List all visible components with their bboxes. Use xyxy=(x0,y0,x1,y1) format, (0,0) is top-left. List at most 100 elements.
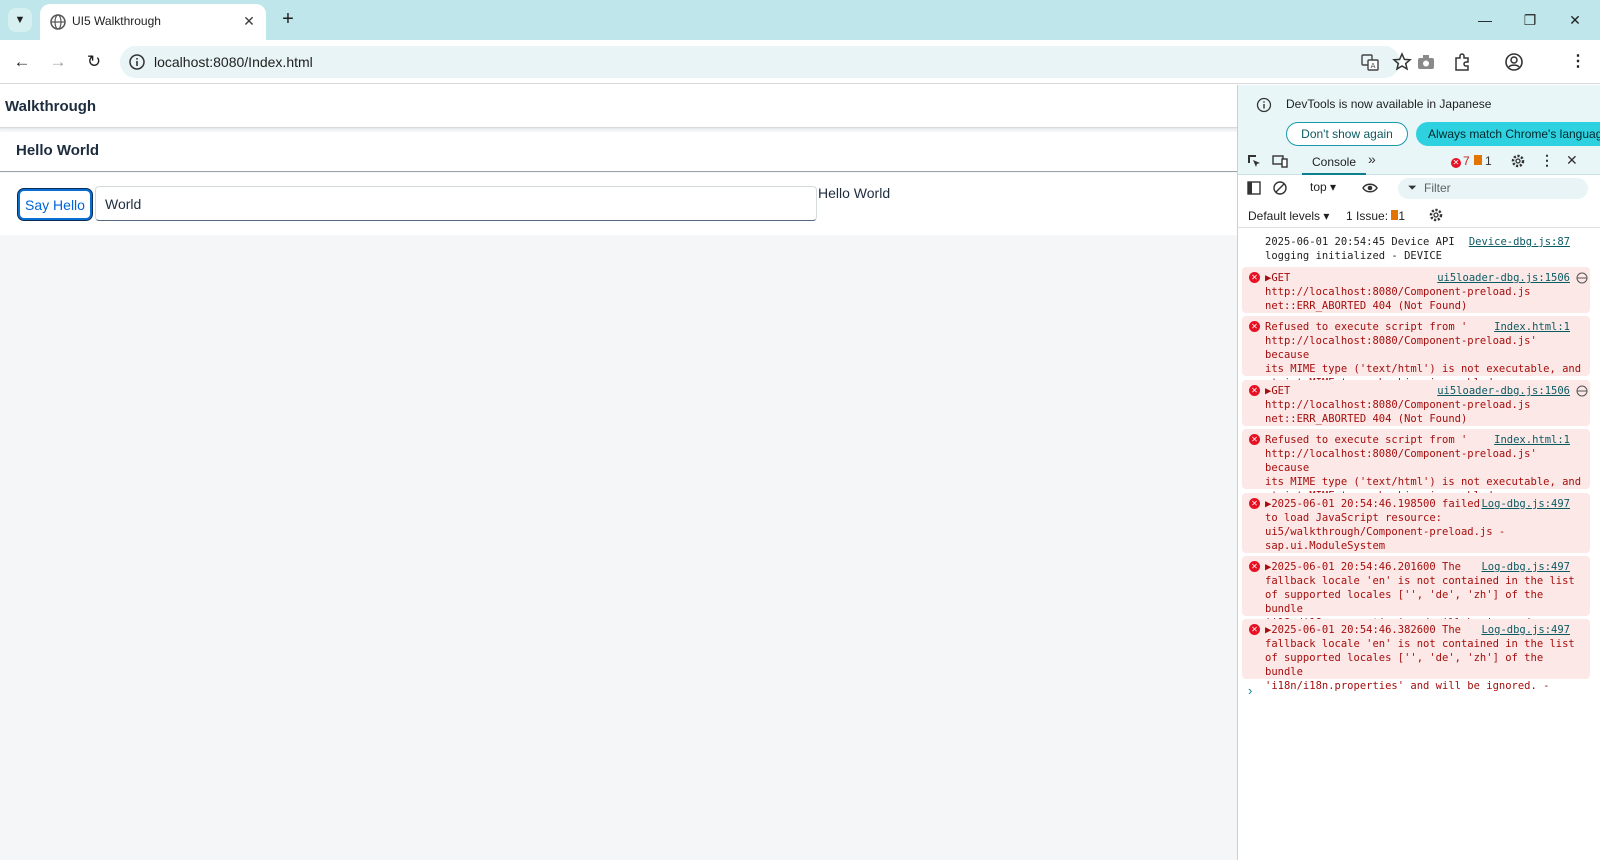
camera-icon[interactable] xyxy=(1416,52,1436,72)
language-banner: DevTools is now available in Japanese Do… xyxy=(1238,85,1600,147)
dont-show-again-button[interactable]: Don't show again xyxy=(1286,122,1408,146)
warning-count: 1 xyxy=(1485,154,1492,168)
panel-title: Hello World xyxy=(16,142,100,159)
sidebar-icon[interactable] xyxy=(1246,180,1262,196)
forward-button[interactable]: → xyxy=(44,48,72,76)
forward-icon: → xyxy=(49,52,67,71)
close-icon[interactable]: ✕ xyxy=(1566,152,1578,169)
console-error: ✕ ▶GET http://localhost:8080/Component-p… xyxy=(1242,380,1590,426)
globe-icon xyxy=(50,14,66,30)
source-link[interactable]: Device-dbg.js:87 xyxy=(1469,235,1570,249)
console-prompt[interactable]: › xyxy=(1248,683,1252,698)
error-icon: ✕ xyxy=(1249,624,1260,635)
svg-text:A: A xyxy=(1371,62,1376,70)
issues-label: 1 Issue: xyxy=(1346,209,1389,223)
menu-button[interactable]: ⋮ xyxy=(1564,48,1592,76)
always-match-language-button[interactable]: Always match Chrome's language xyxy=(1416,122,1600,146)
source-link[interactable]: Log-dbg.js:497 xyxy=(1481,623,1570,637)
tab-strip: ▼ UI5 Walkthrough ✕ + — ❐ ✕ xyxy=(0,0,1600,40)
more-tabs-icon[interactable]: » xyxy=(1368,151,1376,167)
star-icon[interactable] xyxy=(1392,52,1412,72)
devtools-tab-bar: Console » ✕ 7 1 ⋮ ✕ xyxy=(1238,147,1600,175)
issues-count: 1 xyxy=(1398,209,1406,223)
shell-header: Walkthrough xyxy=(0,85,1237,128)
url-text: localhost:8080/Index.html xyxy=(154,54,313,70)
plus-icon: + xyxy=(282,8,294,30)
console-messages: 2025-06-01 20:54:45 Device API logging i… xyxy=(1238,229,1600,769)
browser-toolbar: ← → ↻ localhost:8080/Index.html A ⋮ xyxy=(0,40,1600,84)
profile-icon[interactable] xyxy=(1504,52,1524,72)
error-icon: ✕ xyxy=(1249,434,1260,445)
error-icon: ✕ xyxy=(1249,561,1260,572)
page-title: Walkthrough xyxy=(5,98,97,115)
error-icon: ✕ xyxy=(1249,498,1260,509)
translate-icon[interactable]: A xyxy=(1360,52,1380,72)
devtools-panel: DevTools is now available in Japanese Do… xyxy=(1237,85,1600,860)
filter-icon: ⏷ xyxy=(1408,182,1417,194)
minimize-button[interactable]: — xyxy=(1470,6,1500,34)
chevron-down-icon: ▼ xyxy=(14,14,26,26)
minimize-icon: — xyxy=(1478,12,1492,28)
more-options-icon[interactable]: ⋮ xyxy=(1540,152,1554,169)
name-input[interactable] xyxy=(95,186,817,221)
filter-placeholder: Filter xyxy=(1424,181,1451,195)
gear-icon[interactable] xyxy=(1510,153,1526,169)
tab-title: UI5 Walkthrough xyxy=(72,14,161,28)
console-error: ✕ ▶2025-06-01 20:54:46.198500 failed to … xyxy=(1242,493,1590,553)
console-message: 2025-06-01 20:54:45 Device API logging i… xyxy=(1242,231,1590,265)
console-error: ✕ ▶2025-06-01 20:54:46.382600 The fallba… xyxy=(1242,619,1590,692)
hello-panel: Hello World Say Hello Hello World xyxy=(0,132,1237,319)
source-link[interactable]: ui5loader-dbg.js:1506 xyxy=(1437,384,1570,398)
eye-icon[interactable] xyxy=(1362,180,1378,196)
source-link[interactable]: Log-dbg.js:497 xyxy=(1481,560,1570,574)
close-icon: ✕ xyxy=(1569,12,1581,28)
globe-icon xyxy=(1576,385,1588,397)
globe-icon xyxy=(1576,272,1588,284)
say-hello-button[interactable]: Say Hello xyxy=(18,189,92,220)
console-error: ✕ Refused to execute script from ' http:… xyxy=(1242,316,1590,389)
console-error: ✕ Refused to execute script from ' http:… xyxy=(1242,429,1590,502)
reload-button[interactable]: ↻ xyxy=(80,48,108,76)
filter-input[interactable]: ⏷ Filter xyxy=(1398,178,1588,199)
panel-header: Hello World xyxy=(0,132,1237,172)
back-button[interactable]: ← xyxy=(8,48,36,76)
window-close-button[interactable]: ✕ xyxy=(1560,6,1590,34)
reload-icon: ↻ xyxy=(86,52,102,71)
restore-icon: ❐ xyxy=(1523,12,1537,28)
error-icon: ✕ xyxy=(1451,158,1461,168)
issues-counter[interactable]: 1 Issue: 1 xyxy=(1346,209,1405,223)
console-error: ✕ ▶GET http://localhost:8080/Component-p… xyxy=(1242,267,1590,313)
console-toolbar-secondary: Default levels ▾ 1 Issue: 1 xyxy=(1238,202,1600,228)
tab-search-button[interactable]: ▼ xyxy=(8,8,32,32)
error-count-badge[interactable]: ✕ 7 xyxy=(1451,154,1470,168)
panel-content: Say Hello Hello World xyxy=(0,173,1237,235)
source-link[interactable]: Log-dbg.js:497 xyxy=(1481,497,1570,511)
console-toolbar: top ▾ ⏷ Filter xyxy=(1238,176,1600,201)
inspect-element-icon[interactable] xyxy=(1246,153,1262,169)
source-link[interactable]: Index.html:1 xyxy=(1494,320,1570,334)
restore-button[interactable]: ❐ xyxy=(1515,6,1545,34)
address-bar[interactable]: localhost:8080/Index.html A xyxy=(120,46,1412,78)
new-tab-button[interactable]: + xyxy=(276,8,300,32)
error-count: 7 xyxy=(1463,154,1470,168)
site-info-icon[interactable] xyxy=(128,53,146,71)
banner-message: DevTools is now available in Japanese xyxy=(1286,97,1492,111)
source-link[interactable]: ui5loader-dbg.js:1506 xyxy=(1437,271,1570,285)
menu-icon: ⋮ xyxy=(1570,53,1586,70)
gear-icon[interactable] xyxy=(1428,207,1444,223)
extensions-icon[interactable] xyxy=(1452,52,1472,72)
browser-tab[interactable]: UI5 Walkthrough ✕ xyxy=(40,4,266,40)
close-icon[interactable]: ✕ xyxy=(240,12,258,30)
console-error: ✕ ▶2025-06-01 20:54:46.201600 The fallba… xyxy=(1242,556,1590,629)
clear-console-icon[interactable] xyxy=(1272,180,1288,196)
tab-console[interactable]: Console xyxy=(1302,147,1366,175)
back-icon: ← xyxy=(13,52,31,71)
device-toolbar-icon[interactable] xyxy=(1272,153,1288,169)
info-icon xyxy=(1256,97,1272,113)
log-levels-dropdown[interactable]: Default levels ▾ xyxy=(1248,209,1329,223)
hello-output-text: Hello World xyxy=(818,185,891,201)
context-selector[interactable]: top ▾ xyxy=(1310,180,1336,194)
error-icon: ✕ xyxy=(1249,272,1260,283)
source-link[interactable]: Index.html:1 xyxy=(1494,433,1570,447)
warning-count-badge[interactable]: 1 xyxy=(1474,154,1492,168)
